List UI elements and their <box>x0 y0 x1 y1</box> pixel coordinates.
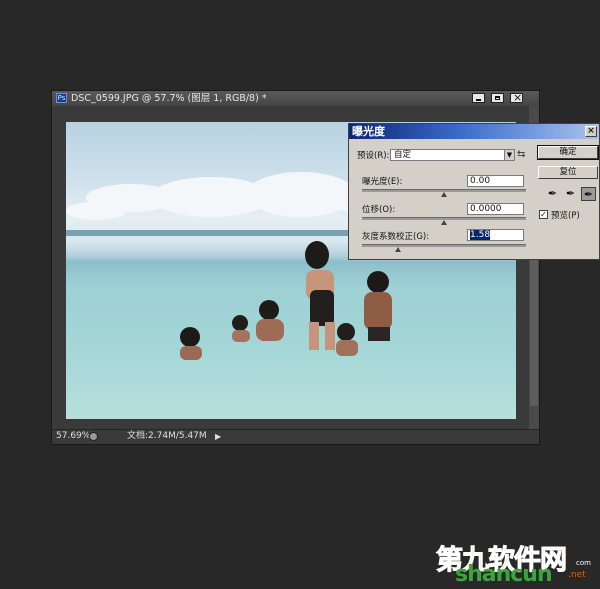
offset-field[interactable]: 0.0000 <box>467 203 524 215</box>
preview-checkbox[interactable]: ✓ <box>539 210 548 219</box>
ok-button[interactable]: 确定 <box>537 145 599 160</box>
offset-slider-thumb[interactable] <box>441 220 447 225</box>
preset-value: 自定 <box>394 150 412 160</box>
status-menu-arrow-icon[interactable]: ▶ <box>215 430 221 443</box>
document-size: 文档:2.74M/5.47M <box>127 431 207 441</box>
exposure-dialog: 曝光度 × 预设(R): 自定 ▼ ⇆ 曝光度(E): 0.00 位移(O): … <box>348 123 600 260</box>
dialog-titlebar[interactable]: 曝光度 × <box>349 124 599 139</box>
watermark-tld: com <box>576 559 591 567</box>
watermark-net: .net <box>568 570 586 580</box>
close-button[interactable] <box>510 91 523 104</box>
chevron-down-icon[interactable]: ▼ <box>504 150 514 160</box>
reset-button[interactable]: 复位 <box>538 166 598 179</box>
status-info-icon[interactable] <box>89 432 98 441</box>
document-titlebar[interactable]: Ps DSC_0599.JPG @ 57.7% (图层 1, RGB/8) * <box>52 91 539 107</box>
exposure-slider-thumb[interactable] <box>441 192 447 197</box>
status-bar: 57.69% 文档:2.74M/5.47M ▶ <box>52 429 539 444</box>
preset-options-icon[interactable]: ⇆ <box>517 149 525 160</box>
offset-slider[interactable] <box>362 217 526 225</box>
maximize-button[interactable] <box>491 93 504 103</box>
watermark-text-en: shancun <box>455 562 553 587</box>
black-eyedropper-icon[interactable]: ✒ <box>545 187 560 201</box>
exposure-slider[interactable] <box>362 189 526 197</box>
exposure-field[interactable]: 0.00 <box>467 175 524 187</box>
dialog-title: 曝光度 <box>352 125 385 138</box>
document-title: DSC_0599.JPG @ 57.7% (图层 1, RGB/8) * <box>71 93 267 104</box>
preset-select[interactable]: 自定 ▼ <box>390 149 515 161</box>
preview-label: 预览(P) <box>551 211 580 221</box>
gray-eyedropper-icon[interactable]: ✒ <box>563 187 578 201</box>
photoshop-icon: Ps <box>56 93 67 103</box>
white-eyedropper-icon[interactable]: ✒ <box>581 187 596 201</box>
gamma-label: 灰度系数校正(G): <box>362 232 430 242</box>
preset-label: 预设(R): <box>357 151 390 161</box>
minimize-button[interactable] <box>472 93 485 103</box>
offset-label: 位移(O): <box>362 205 396 215</box>
dialog-close-icon[interactable]: × <box>585 126 597 137</box>
gamma-slider[interactable] <box>362 244 526 252</box>
zoom-level[interactable]: 57.69% <box>56 430 90 443</box>
gamma-field[interactable]: 1.58 <box>467 229 524 241</box>
exposure-label: 曝光度(E): <box>362 177 403 187</box>
gamma-slider-thumb[interactable] <box>395 247 402 252</box>
